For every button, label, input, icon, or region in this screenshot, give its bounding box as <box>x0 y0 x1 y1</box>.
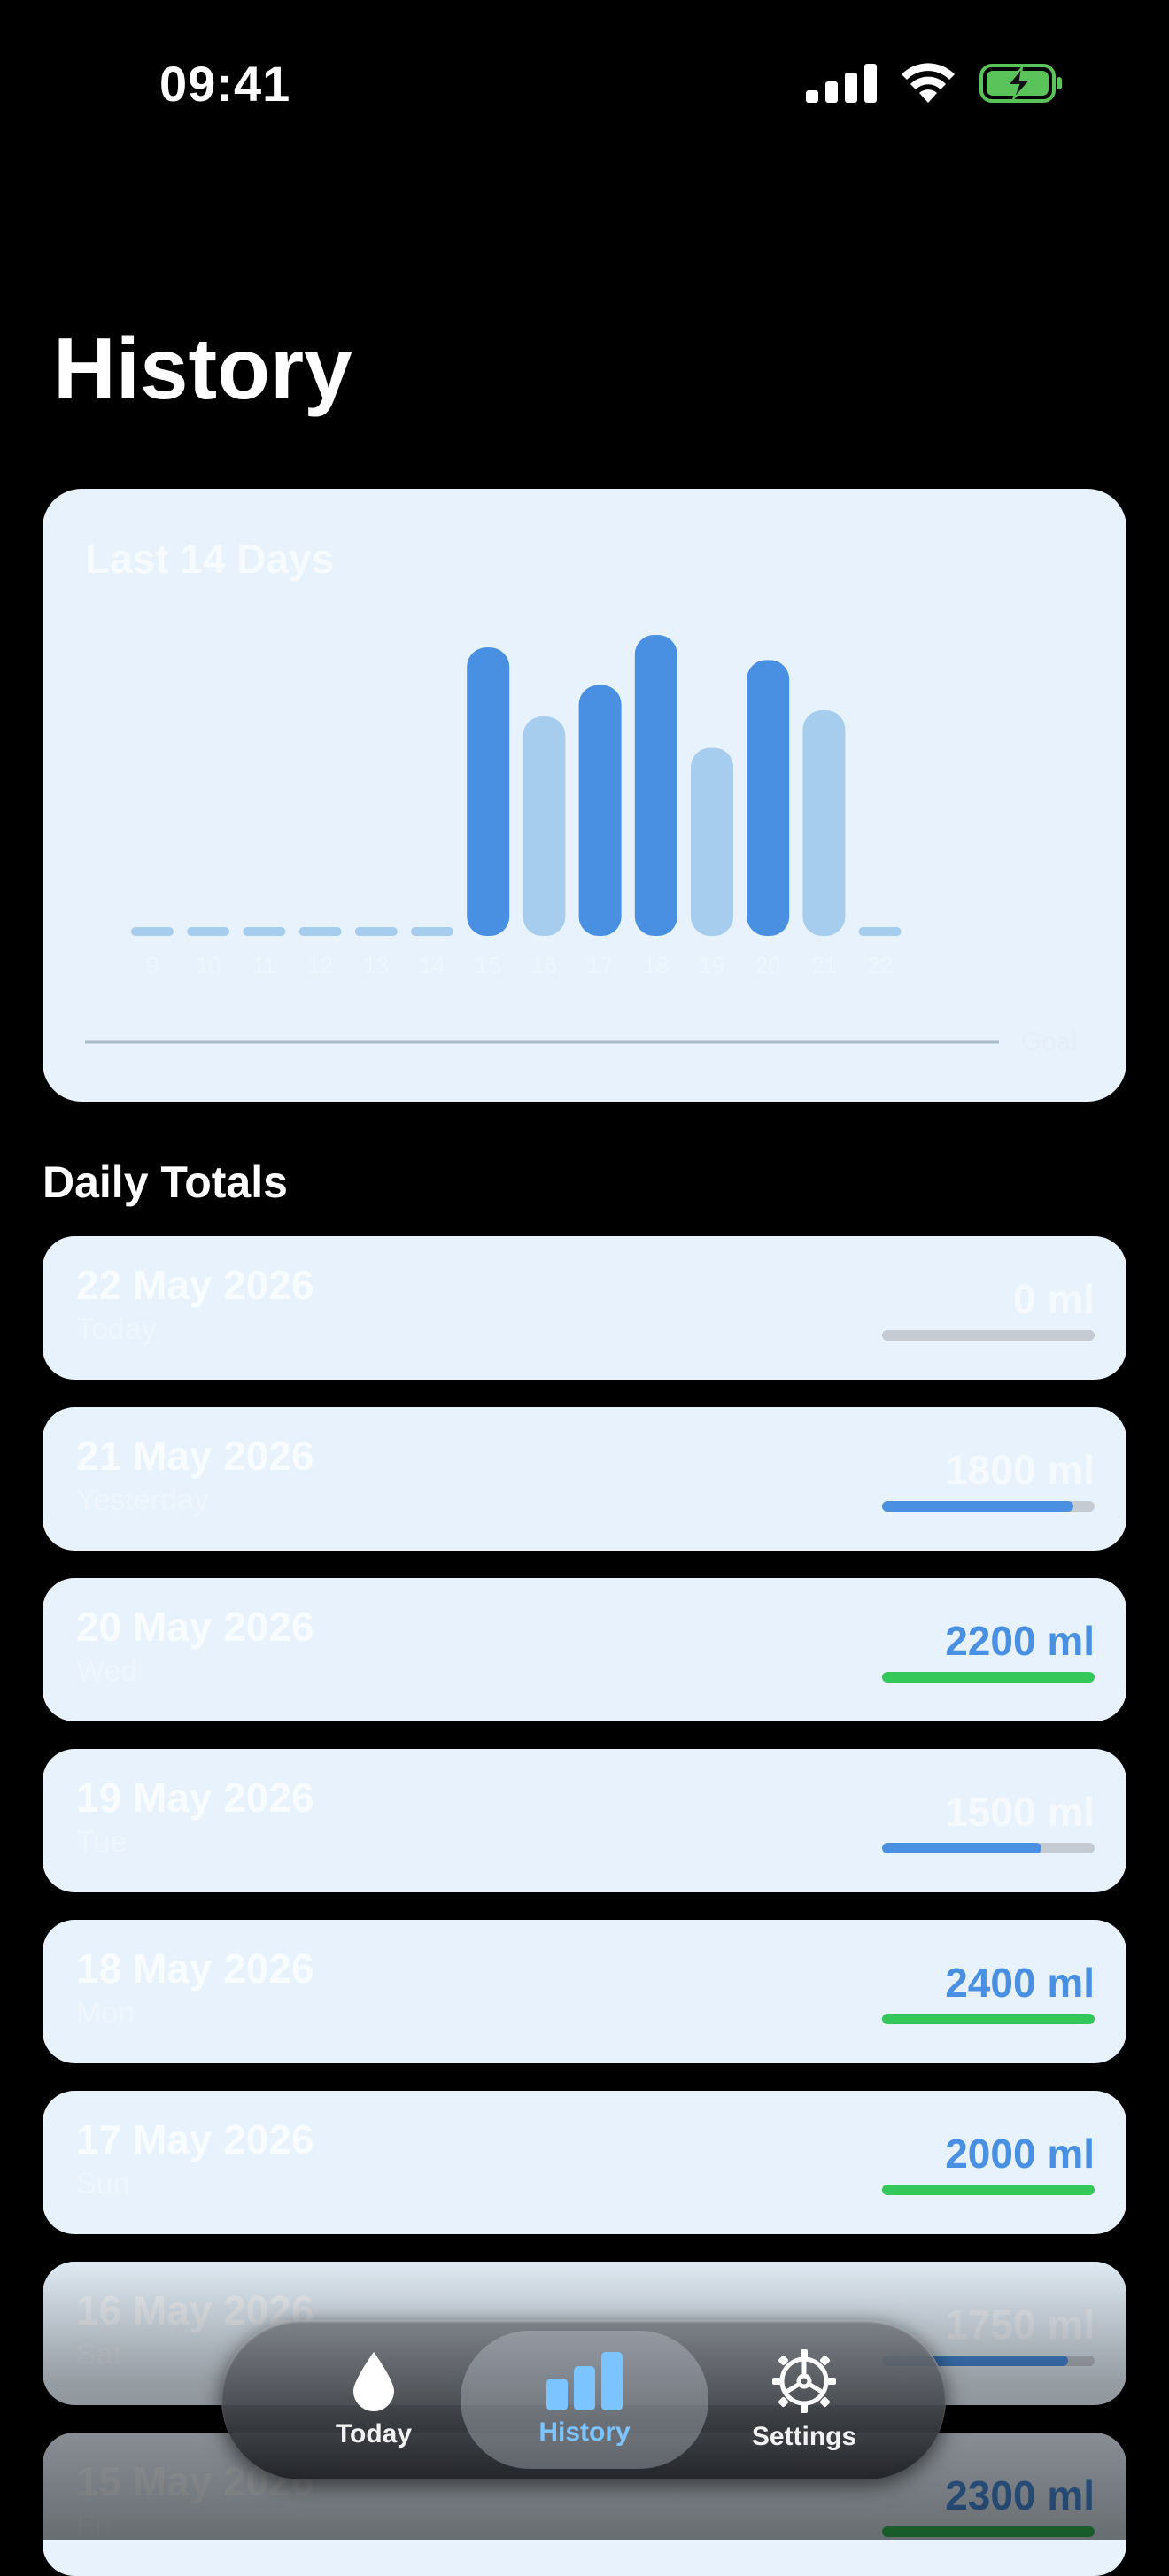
day-date: 20 May 2026 <box>76 1604 314 1650</box>
day-row[interactable]: 18 May 2026 Mon 2400 ml <box>43 1920 1126 2063</box>
battery-charging-icon <box>979 64 1062 103</box>
bar-chart-icon <box>546 2352 623 2410</box>
day-subtitle: Wed <box>76 1654 138 1688</box>
day-date: 18 May 2026 <box>76 1946 314 1992</box>
chart-bar-17 <box>578 685 622 936</box>
day-date: 21 May 2026 <box>76 1433 314 1479</box>
progress-track <box>882 2526 1095 2537</box>
chart-bar-12 <box>298 927 342 936</box>
day-amount: 2400 ml <box>945 1960 1095 2006</box>
day-amount: 2000 ml <box>945 2131 1095 2177</box>
goal-label: Goal <box>1021 1027 1077 1056</box>
chart-bar-18 <box>634 635 677 936</box>
progress-track <box>882 1672 1095 1683</box>
day-amount: 1750 ml <box>945 2301 1095 2348</box>
day-date: 19 May 2026 <box>76 1775 314 1821</box>
status-icons <box>806 62 1063 104</box>
day-row[interactable]: 17 May 2026 Sun 2000 ml <box>43 2091 1126 2234</box>
day-subtitle: Tue <box>76 1825 128 1859</box>
tab-bar: Today History Settings <box>221 2320 946 2479</box>
day-row[interactable]: 21 May 2026 Yesterday 1800 ml <box>43 1407 1126 1551</box>
progress-fill <box>882 2014 1095 2024</box>
progress-fill <box>882 2185 1095 2195</box>
status-time: 09:41 <box>159 56 291 112</box>
chart-x-tick-label: 18 <box>643 952 669 979</box>
progress-fill <box>882 2526 1095 2537</box>
tab-history-label: History <box>538 2417 631 2447</box>
chart-card: Last 14 Days 9 10 11 12 13 14 15 16 17 18 19 20 21 22… <box>43 489 1126 1102</box>
chart-bar-9 <box>131 927 174 936</box>
progress-fill <box>882 1672 1095 1683</box>
day-date: 22 May 2026 <box>76 1262 314 1308</box>
tab-settings[interactable]: Settings <box>689 2331 919 2469</box>
progress-track <box>882 1330 1095 1341</box>
day-subtitle: Mon <box>76 1996 135 2030</box>
day-subtitle: Today <box>76 1312 157 1346</box>
chart-bar-20 <box>747 660 790 936</box>
chart-x-tick-label: 12 <box>307 952 333 979</box>
day-date: 17 May 2026 <box>76 2116 314 2162</box>
chart-bar-13 <box>354 927 398 936</box>
chart-x-tick-label: 22 <box>867 952 893 979</box>
cellular-signal-icon <box>806 64 877 103</box>
chart-bar-16 <box>523 716 566 936</box>
day-amount: 0 ml <box>1012 1276 1095 1322</box>
tab-today-label: Today <box>335 2419 413 2448</box>
day-subtitle: Yesterday <box>76 1483 209 1517</box>
chart-x-tick-label: 20 <box>755 952 781 979</box>
chart-x-tick-label: 15 <box>476 952 501 979</box>
day-subtitle: Fri <box>76 2509 112 2542</box>
day-row[interactable]: 22 May 2026 Today 0 ml <box>43 1236 1126 1380</box>
chart-bar-10 <box>187 927 230 936</box>
chart-x-tick-label: 17 <box>587 952 613 979</box>
page-title: History <box>53 320 352 417</box>
day-amount: 2200 ml <box>945 1618 1095 1664</box>
chart-x-tick-label: 14 <box>420 952 445 979</box>
day-amount: 2300 ml <box>945 2472 1095 2518</box>
day-row[interactable]: 20 May 2026 Wed 2200 ml <box>43 1578 1126 1721</box>
day-amount: 1800 ml <box>945 1447 1095 1493</box>
day-row[interactable]: 19 May 2026 Tue 1500 ml <box>43 1749 1126 1892</box>
progress-track <box>882 2185 1095 2195</box>
section-title: Daily Totals <box>43 1157 288 1207</box>
drop-icon <box>353 2352 394 2411</box>
chart-x-tick-label: 13 <box>363 952 389 979</box>
day-amount: 1500 ml <box>945 1789 1095 1835</box>
progress-fill <box>882 1501 1073 1512</box>
chart-x-tick-label: 11 <box>252 952 276 979</box>
progress-track <box>882 2014 1095 2024</box>
wifi-icon <box>902 63 955 103</box>
chart-bar-19 <box>691 747 733 936</box>
chart-x-tick-label: 19 <box>700 952 725 979</box>
tab-history[interactable]: History <box>461 2331 708 2469</box>
chart-bar-21 <box>802 710 846 936</box>
chart-bar-11 <box>243 927 286 936</box>
chart-bar-15 <box>467 647 510 936</box>
progress-track <box>882 1501 1095 1512</box>
progress-track <box>882 1843 1095 1853</box>
gear-icon <box>772 2349 836 2413</box>
day-subtitle: Sun <box>76 2167 130 2201</box>
chart-x-tick-label: 21 <box>811 952 837 979</box>
chart-bar-14 <box>411 927 453 936</box>
bar-chart: 9 10 11 12 13 14 15 16 17 18 19 20 21 22 Goal <box>85 635 1077 1056</box>
chart-x-tick-label: 9 <box>146 952 159 979</box>
chart-x-tick-label: 10 <box>196 952 221 979</box>
chart-bar-22 <box>858 927 902 936</box>
day-subtitle: Sat <box>76 2338 122 2371</box>
tab-today[interactable]: Today <box>259 2331 489 2469</box>
progress-fill <box>882 1843 1041 1853</box>
tab-settings-label: Settings <box>751 2422 857 2451</box>
chart-x-tick-label: 16 <box>531 952 557 979</box>
